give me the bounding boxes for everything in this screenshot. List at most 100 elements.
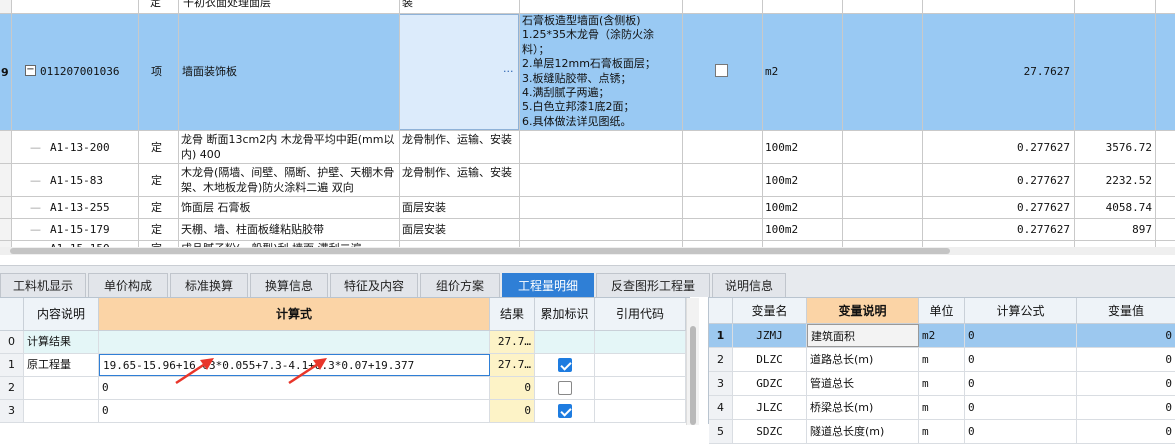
- var-desc[interactable]: 桥梁总长(m): [807, 396, 919, 419]
- table-row[interactable]: 3 00: [0, 400, 690, 423]
- accum-cell[interactable]: [535, 354, 595, 376]
- var-desc[interactable]: 隧道总长度(m): [807, 420, 919, 443]
- row-code[interactable]: A1-13-200: [50, 140, 110, 155]
- row-ref[interactable]: [595, 377, 686, 399]
- row-number: 2: [0, 377, 24, 399]
- var-name[interactable]: JLZC: [733, 396, 807, 419]
- feature-line: 石膏板造型墙面(含侧板): [522, 14, 641, 27]
- accum-checkbox[interactable]: [557, 404, 572, 418]
- var-desc[interactable]: 道路总长(m): [807, 348, 919, 371]
- annotation-arrow-icon: [175, 358, 214, 385]
- accum-cell[interactable]: [535, 400, 595, 422]
- calc-header-formula: 计算式: [99, 298, 490, 331]
- row-quantity[interactable]: 0.277627: [925, 140, 1070, 155]
- row-name[interactable]: 木龙骨(隔墙、间壁、隔断、护壁、天棚木骨架、木地板龙骨)防火涂料二遍 双向: [181, 165, 397, 197]
- var-name[interactable]: SDZC: [733, 420, 807, 443]
- item-unit: m2: [765, 65, 779, 78]
- table-row[interactable]: 4 JLZC 桥梁总长(m) m 0 0: [709, 396, 1175, 420]
- quantity-detail-grid[interactable]: 内容说明 计算式 结果 累加标识 引用代码 0 计算结果 27.7… 1 原工程量 19.…: [0, 297, 699, 425]
- feature-line: 5.白色立邦漆1底2面；: [522, 100, 635, 114]
- tab-6[interactable]: 组价方案: [420, 273, 500, 297]
- row-code[interactable]: A1-15-179: [50, 222, 110, 237]
- accum-cell[interactable]: [535, 331, 595, 353]
- var-formula[interactable]: 0: [965, 420, 1077, 443]
- var-desc[interactable]: 管道总长: [807, 372, 919, 395]
- feature-line: 3.板缝贴胶带、点锈；: [522, 71, 632, 85]
- row-name[interactable]: 饰面层 石膏板: [181, 200, 397, 221]
- row-price: 4058.74: [1105, 201, 1152, 214]
- ellipsis-button[interactable]: ···: [503, 64, 514, 79]
- row-content[interactable]: 龙骨制作、运输、安装: [402, 132, 517, 164]
- row-type: 定: [151, 140, 162, 154]
- row-desc[interactable]: [24, 400, 99, 422]
- partial-row-content: 装: [402, 0, 413, 9]
- row-ref[interactable]: [595, 400, 686, 422]
- row-desc[interactable]: 原工程量: [24, 354, 99, 376]
- row-quantity[interactable]: 0.277627: [925, 173, 1070, 188]
- table-row[interactable]: 0 计算结果 27.7…: [0, 331, 690, 354]
- table-row[interactable]: 1 原工程量 19.65-15.96+16.63*0.055+7.3-4.1+8.3…: [0, 354, 690, 377]
- accum-checkbox[interactable]: [557, 358, 572, 372]
- tree-branch: —: [30, 201, 41, 214]
- tab-8[interactable]: 反查图形工程量: [596, 273, 710, 297]
- calc-header-result: 结果: [490, 298, 535, 331]
- accum-cell[interactable]: [535, 377, 595, 399]
- collapse-toggle-icon[interactable]: −: [25, 65, 36, 76]
- row-ref[interactable]: [595, 354, 686, 376]
- formula-cell[interactable]: [99, 331, 490, 353]
- var-name[interactable]: GDZC: [733, 372, 807, 395]
- formula-cell[interactable]: 0: [99, 400, 490, 422]
- row-code[interactable]: A1-13-255: [50, 200, 110, 215]
- row-desc[interactable]: 计算结果: [24, 331, 99, 353]
- item-checkbox[interactable]: [715, 64, 728, 77]
- tab-3[interactable]: 标准换算: [170, 273, 248, 297]
- tab-1[interactable]: 工料机显示: [0, 273, 86, 297]
- var-formula[interactable]: 0: [965, 372, 1077, 395]
- row-result: 0: [490, 377, 535, 399]
- item-grid[interactable]: 定 干初衣面处理面层 装 9 − 011207001036 项 墙面装饰板 ··…: [0, 0, 1175, 255]
- row-result: 27.7…: [490, 331, 535, 353]
- tab-7[interactable]: 工程量明细: [502, 273, 594, 297]
- var-formula[interactable]: 0: [965, 396, 1077, 419]
- table-row[interactable]: 3 GDZC 管道总长 m 0 0: [709, 372, 1175, 396]
- row-desc[interactable]: [24, 377, 99, 399]
- scrollbar-thumb[interactable]: [10, 248, 950, 254]
- table-row[interactable]: 2 DLZC 道路总长(m) m 0 0: [709, 348, 1175, 372]
- tab-9[interactable]: 说明信息: [712, 273, 786, 297]
- row-number: 0: [0, 331, 24, 353]
- row-number: 3: [0, 400, 24, 422]
- tab-2[interactable]: 单价构成: [88, 273, 168, 297]
- variables-grid[interactable]: 变量名 变量说明 单位 计算公式 变量值 1 JZMJ 建筑面积 m2 0 0 2 DLZC 道…: [708, 297, 1175, 444]
- var-formula[interactable]: 0: [965, 348, 1077, 371]
- var-formula[interactable]: 0: [965, 324, 1077, 347]
- row-unit: 100m2: [765, 140, 799, 154]
- scrollbar-thumb[interactable]: [690, 326, 696, 425]
- row-code[interactable]: A1-15-83: [50, 173, 103, 188]
- row-name[interactable]: 龙骨 断面13cm2内 木龙骨平均中距(mm以内) 400: [181, 132, 397, 164]
- item-name[interactable]: 墙面装饰板: [182, 64, 237, 79]
- row-quantity[interactable]: 0.277627: [925, 200, 1070, 215]
- var-unit: m2: [919, 324, 965, 347]
- row-content[interactable]: 面层安装: [402, 200, 517, 221]
- project-content-editor[interactable]: [399, 14, 519, 130]
- row-price: 3576.72: [1105, 140, 1152, 154]
- row-type: 定: [151, 201, 162, 214]
- tab-5[interactable]: 特征及内容: [330, 273, 418, 297]
- var-name[interactable]: DLZC: [733, 348, 807, 371]
- tab-4[interactable]: 换算信息: [250, 273, 328, 297]
- row-quantity[interactable]: 0.277627: [925, 222, 1070, 237]
- row-ref[interactable]: [595, 331, 686, 353]
- item-quantity[interactable]: 27.7627: [930, 64, 1070, 79]
- calc-vertical-scrollbar[interactable]: [686, 298, 699, 425]
- detail-tab-bar: 工料机显示 单价构成 标准换算 换算信息 特征及内容 组价方案 工程量明细 反查图形工程量 说明…: [0, 265, 1175, 297]
- item-features[interactable]: 石膏板造型墙面(含侧板) 1.25*35木龙骨（涂防火涂 料）； 2.单层12mm石膏…: [522, 14, 680, 129]
- table-row[interactable]: 200: [0, 377, 690, 400]
- feature-line: 1.25*35木龙骨（涂防火涂: [522, 28, 654, 42]
- var-name[interactable]: JZMJ: [733, 324, 807, 347]
- row-content[interactable]: 龙骨制作、运输、安装: [402, 165, 517, 197]
- var-desc[interactable]: 建筑面积: [807, 324, 919, 347]
- table-row[interactable]: 1 JZMJ 建筑面积 m2 0 0: [709, 324, 1175, 348]
- accum-checkbox[interactable]: [557, 381, 572, 395]
- horizontal-scrollbar[interactable]: [0, 247, 1175, 255]
- item-code[interactable]: 011207001036: [40, 64, 119, 79]
